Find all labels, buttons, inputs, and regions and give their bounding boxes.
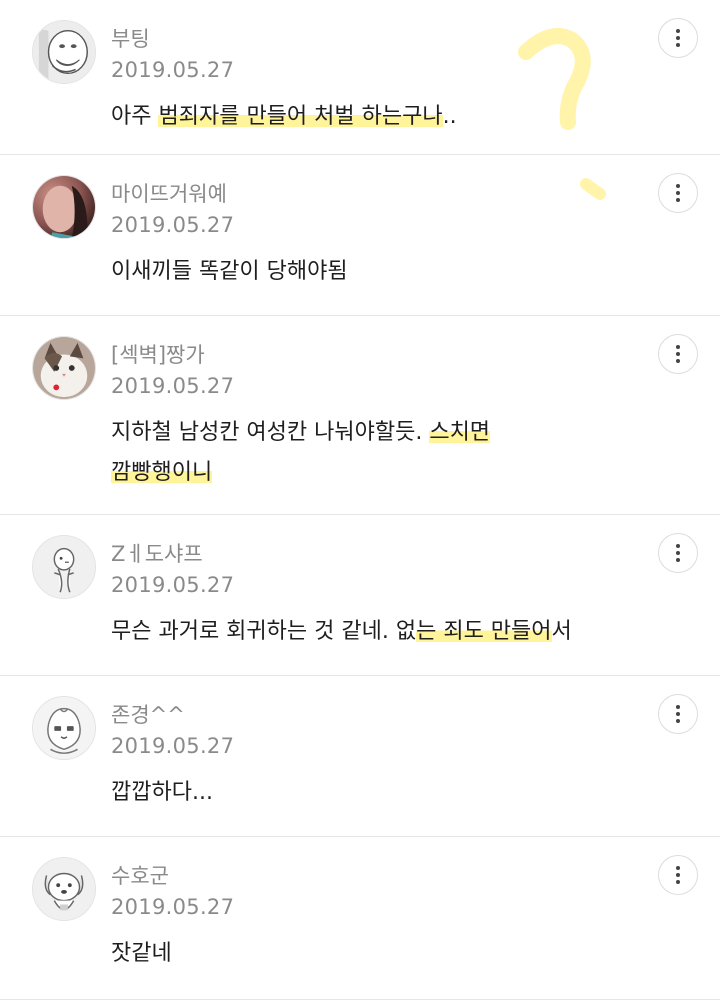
avatar[interactable]	[32, 175, 96, 239]
nickname[interactable]: 마이뜨거워예	[111, 181, 227, 207]
kebab-dot-icon	[676, 551, 680, 555]
kebab-dot-icon	[676, 352, 680, 356]
comment-date: 2019.05.27	[111, 58, 235, 82]
comment-date: 2019.05.27	[111, 374, 235, 398]
more-options-button[interactable]	[658, 334, 698, 374]
nickname[interactable]: [섹벽]짱가	[111, 342, 205, 368]
comment-item: 수호군 2019.05.27 잣같네	[0, 837, 720, 1000]
nickname[interactable]: 수호군	[111, 863, 169, 889]
nickname[interactable]: 부팅	[111, 26, 150, 52]
comment-text-part: ..	[442, 104, 457, 129]
comment-date: 2019.05.27	[111, 213, 235, 237]
highlighted-text: 는 죄도 만들어	[416, 619, 552, 644]
kebab-dot-icon	[676, 198, 680, 202]
kebab-dot-icon	[676, 719, 680, 723]
more-options-button[interactable]	[658, 694, 698, 734]
comment-text: 이새끼들 똑같이 당해야됨	[111, 252, 631, 292]
kebab-dot-icon	[676, 29, 680, 33]
avatar[interactable]	[32, 696, 96, 760]
kebab-dot-icon	[676, 873, 680, 877]
kebab-dot-icon	[676, 544, 680, 548]
comment-text: 잣같네	[111, 934, 631, 974]
comment-text-part: 서	[551, 619, 572, 644]
comment-text-part: 지하철 남성칸 여성칸 나눠야할듯.	[111, 420, 430, 445]
pengsoo-face-icon	[33, 21, 95, 83]
kebab-dot-icon	[676, 880, 680, 884]
dog-character-icon	[33, 858, 95, 920]
comment-text-part: 잣같네	[111, 941, 172, 966]
kebab-dot-icon	[676, 345, 680, 349]
comment-date: 2019.05.27	[111, 734, 235, 758]
kebab-dot-icon	[676, 191, 680, 195]
highlighted-text: 스치면	[429, 420, 491, 445]
kebab-dot-icon	[676, 359, 680, 363]
more-options-button[interactable]	[658, 855, 698, 895]
kebab-dot-icon	[676, 705, 680, 709]
highlighted-text: 깜빵행이니	[111, 460, 213, 485]
comment-text-part: 이새끼들 똑같이 당해야됨	[111, 259, 348, 284]
kebab-dot-icon	[676, 558, 680, 562]
nickname[interactable]: 존경^^	[111, 702, 185, 728]
more-options-button[interactable]	[658, 173, 698, 213]
nickname[interactable]: Zㅔ도샤프	[111, 541, 203, 567]
comment-item: 존경^^ 2019.05.27 깝깝하다...	[0, 676, 720, 837]
comment-text: 아주 범죄자를 만들어 처벌 하는구나..	[111, 97, 631, 137]
comment-text-part: 아주	[111, 104, 159, 129]
more-options-button[interactable]	[658, 533, 698, 573]
kebab-dot-icon	[676, 43, 680, 47]
more-options-button[interactable]	[658, 18, 698, 58]
comment-item: Zㅔ도샤프 2019.05.27 무슨 과거로 회귀하는 것 같네. 없는 죄도…	[0, 515, 720, 676]
avatar[interactable]	[32, 857, 96, 921]
comment-text: 깝깝하다...	[111, 773, 631, 813]
avatar[interactable]	[32, 535, 96, 599]
comment-item: 부팅 2019.05.27 아주 범죄자를 만들어 처벌 하는구나..	[0, 0, 720, 155]
kebab-dot-icon	[676, 184, 680, 188]
avatar[interactable]	[32, 336, 96, 400]
kebab-dot-icon	[676, 712, 680, 716]
doodle-character-icon	[33, 536, 95, 598]
kebab-dot-icon	[676, 36, 680, 40]
apeach-character-icon	[33, 697, 95, 759]
comment-item: 마이뜨거워예 2019.05.27 이새끼들 똑같이 당해야됨	[0, 155, 720, 316]
comment-text: 무슨 과거로 회귀하는 것 같네. 없는 죄도 만들어서	[111, 612, 671, 652]
comment-date: 2019.05.27	[111, 895, 235, 919]
cat-photo-icon	[33, 337, 95, 399]
kebab-dot-icon	[676, 866, 680, 870]
avatar[interactable]	[32, 20, 96, 84]
comment-text-part: 무슨 과거로 회귀하는 것 같네. 없	[111, 619, 417, 644]
comment-text-part: 깝깝하다...	[111, 780, 213, 805]
person-photo-icon	[33, 176, 95, 238]
highlighted-text: 범죄자를 만들어 처벌 하는구나	[158, 104, 443, 129]
comment-item: [섹벽]짱가 2019.05.27 지하철 남성칸 여성칸 나눠야할듯. 스치면…	[0, 316, 720, 515]
comment-date: 2019.05.27	[111, 573, 235, 597]
comment-text: 지하철 남성칸 여성칸 나눠야할듯. 스치면 깜빵행이니	[111, 413, 631, 493]
